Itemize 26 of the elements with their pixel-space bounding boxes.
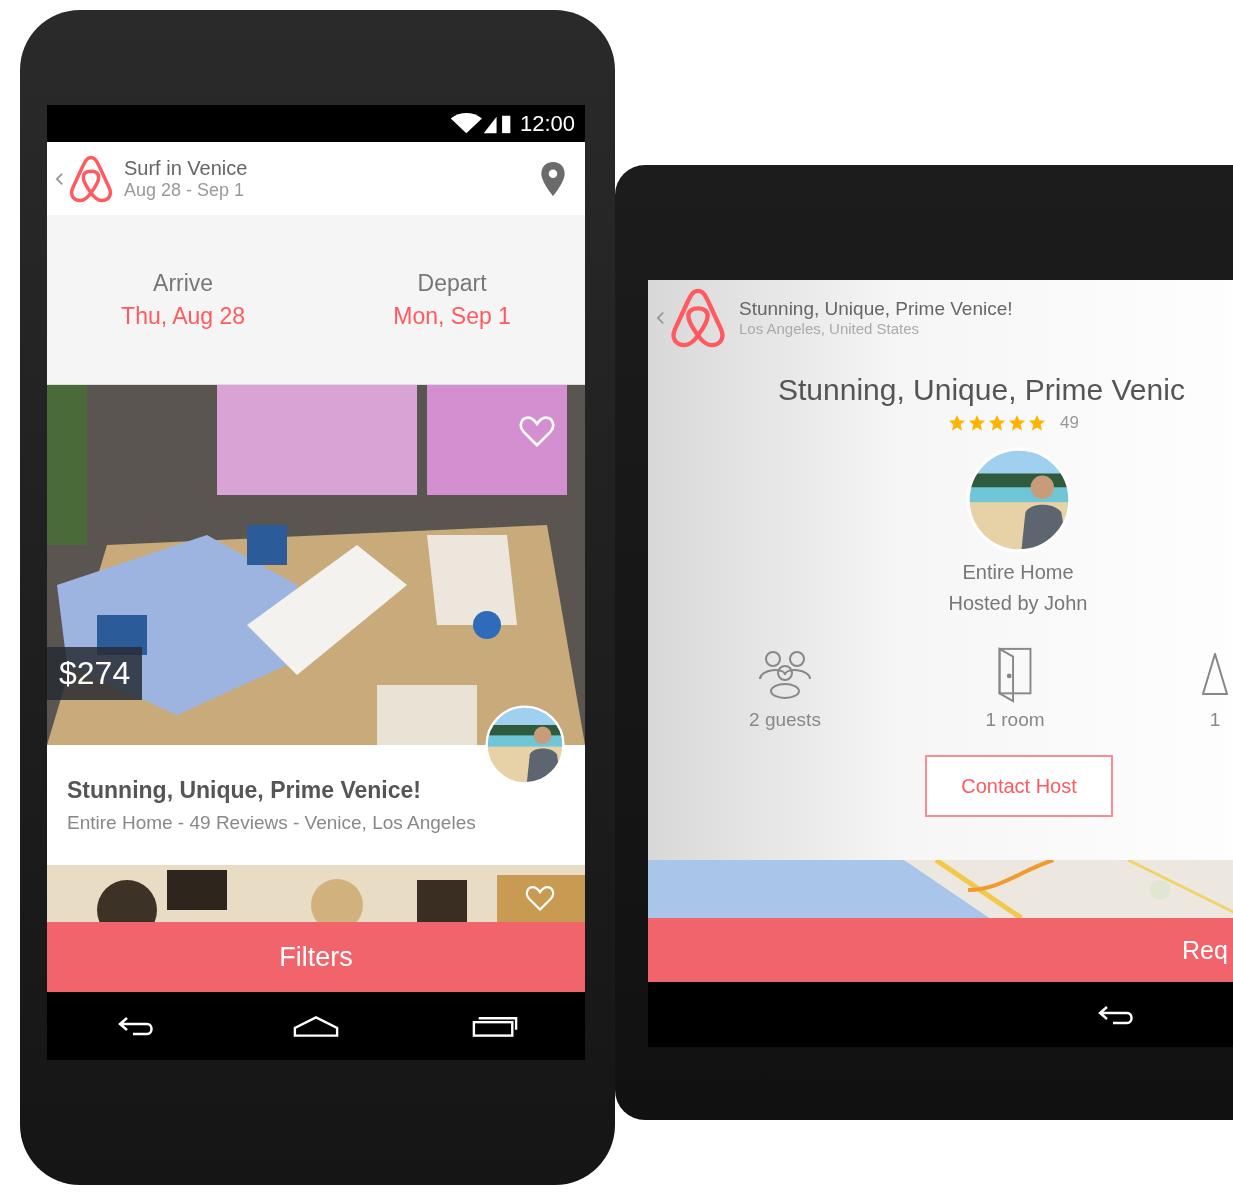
app-bar-title: Surf in Venice	[124, 156, 249, 180]
date-picker[interactable]: Depart Mon, Sep 1	[383, 265, 521, 334]
room-type: Entire Home	[961, 561, 1075, 584]
listing-title: Stunning, Unique, Prime Venic	[777, 373, 1186, 407]
host-name: Hosted by John	[947, 592, 1089, 615]
logo-icon	[669, 286, 727, 349]
heart-icon[interactable]	[525, 885, 555, 911]
amenity-label: 1 room	[985, 709, 1045, 731]
app-bar-subtitle: Los Angeles, United States	[739, 320, 921, 337]
map-pin-icon[interactable]	[539, 160, 567, 197]
home-icon[interactable]	[292, 1014, 340, 1038]
listing-card[interactable]: Stunning, Unique, Prime Venice! Entire Home - 49 Reviews - Venice, Los Angeles	[47, 745, 585, 865]
amenity-label: 2 guests	[749, 709, 821, 731]
logo-icon	[68, 153, 114, 204]
review-count: 49	[1060, 413, 1079, 433]
listing-title: Stunning, Unique, Prime Venice!	[67, 776, 422, 804]
date-picker[interactable]: Arrive Thu, Aug 28	[111, 265, 256, 334]
recent-apps-icon[interactable]	[471, 1014, 520, 1038]
clock-time: 12:00	[519, 110, 575, 137]
app-bar-title: Stunning, Unique, Prime Venice!	[739, 298, 1013, 320]
amenity-label: 1	[1209, 709, 1221, 731]
contact-host-button[interactable]: Contact Host	[925, 755, 1113, 817]
app-bar-subtitle: Aug 28 - Sep 1	[124, 179, 246, 201]
request-button[interactable]: Req	[1178, 935, 1232, 965]
filters-button[interactable]: Filters	[47, 922, 585, 992]
listing-details: Entire Home - 49 Reviews - Venice, Los Angeles	[67, 811, 477, 834]
